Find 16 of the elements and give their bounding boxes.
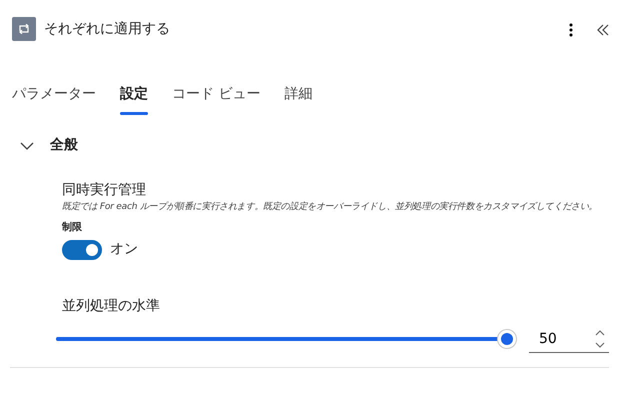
spinner-icon[interactable]: [595, 328, 605, 348]
panel-title: それぞれに適用する: [44, 20, 171, 38]
loop-icon: [12, 17, 36, 41]
setting-title: 並列処理の水準: [62, 297, 161, 316]
chevron-icon[interactable]: [20, 142, 34, 150]
section-title: 全般: [50, 136, 78, 155]
tab[interactable]: 詳細: [284, 78, 312, 113]
setting-description: 既定では For each ループが順番に実行されます。既定の設定をオーバーライドし、並列処理の実行件数をカスタマイズしてください。: [62, 201, 598, 214]
toggle-label: 制限: [62, 220, 83, 235]
tab[interactable]: 設定: [120, 78, 148, 113]
number-field[interactable]: 50: [529, 326, 579, 352]
toggle-switch[interactable]: [62, 240, 102, 260]
toggle-state: オン: [110, 240, 138, 259]
tab[interactable]: パラメーター: [12, 78, 96, 113]
tab[interactable]: コード ビュー: [172, 78, 260, 113]
setting-title: 同時実行管理: [62, 181, 147, 200]
